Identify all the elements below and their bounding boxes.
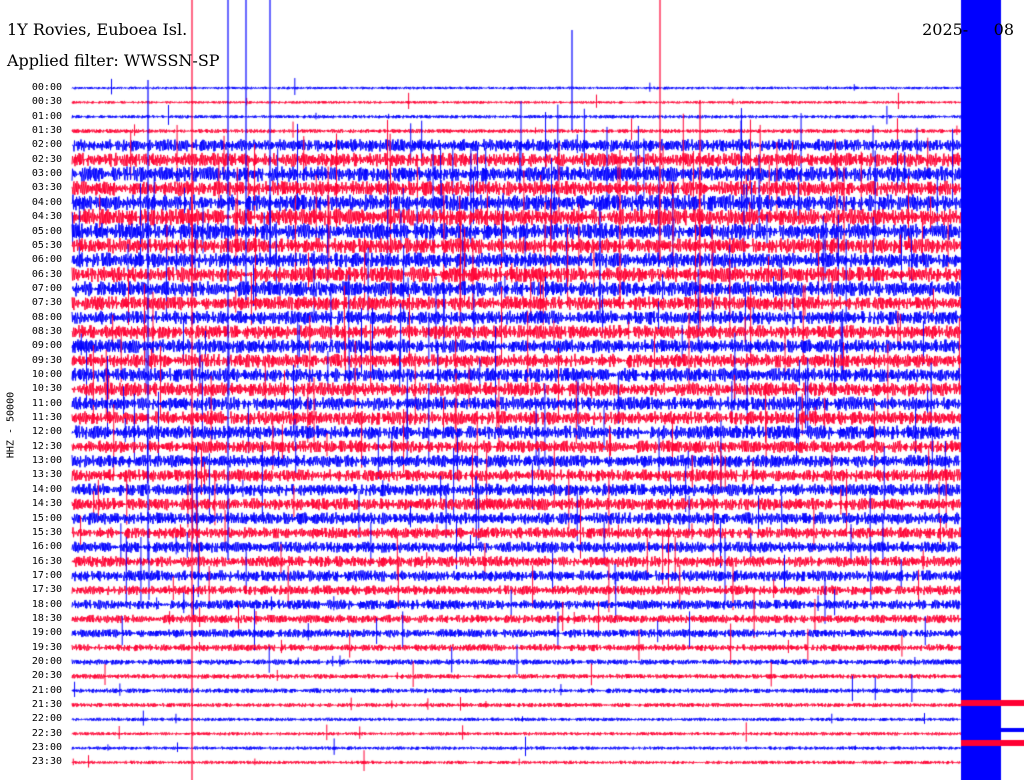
time-tick-label: 04:00 (31, 196, 62, 208)
time-tick-label: 16:00 (31, 541, 62, 553)
time-tick-label: 21:30 (31, 699, 62, 711)
time-tick-label: 04:30 (31, 211, 62, 223)
time-tick-label: 10:00 (31, 369, 62, 380)
time-tick-label: 01:00 (31, 110, 62, 122)
time-tick-label: 05:30 (31, 239, 62, 251)
time-tick-label: 09:30 (31, 354, 62, 366)
time-tick-label: 23:30 (31, 756, 62, 768)
time-tick-label: 08:30 (31, 325, 62, 337)
station-title: 1Y Rovies, Euboea Isl. (7, 20, 188, 39)
channel-axis-label: HHZ - 50000 (5, 391, 17, 459)
time-tick-label: 13:00 (31, 455, 62, 467)
date-label: 2025- 08 (922, 20, 1014, 39)
time-tick-label: 02:00 (31, 139, 62, 151)
time-tick-label: 00:00 (31, 82, 62, 93)
time-tick-label: 10:30 (31, 383, 62, 395)
time-tick-label: 22:00 (31, 713, 62, 725)
time-tick-label: 13:30 (31, 469, 62, 481)
time-tick-label: 03:00 (31, 168, 62, 180)
time-tick-label: 22:30 (31, 727, 62, 739)
time-tick-label: 02:30 (31, 153, 62, 165)
time-tick-label: 16:30 (31, 555, 62, 567)
time-tick-label: 20:30 (31, 670, 62, 682)
time-tick-label: 12:30 (31, 440, 62, 452)
time-tick-label: 09:00 (31, 340, 62, 352)
time-tick-label: 11:00 (31, 397, 62, 409)
time-tick-label: 21:00 (31, 684, 62, 696)
time-tick-label: 19:00 (31, 627, 62, 639)
time-tick-label: 06:00 (31, 254, 62, 266)
helicorder-plot (0, 0, 1024, 780)
filter-label: Applied filter: WWSSN-SP (7, 51, 220, 70)
time-tick-label: 03:30 (31, 182, 62, 194)
time-tick-label: 11:30 (31, 412, 62, 424)
time-tick-label: 17:30 (31, 584, 62, 596)
time-tick-label: 14:00 (31, 483, 62, 495)
time-tick-label: 18:00 (31, 598, 62, 610)
time-tick-label: 01:30 (31, 125, 62, 137)
time-tick-label: 15:00 (31, 512, 62, 524)
time-tick-label: 08:00 (31, 311, 62, 323)
time-tick-label: 18:30 (31, 612, 62, 624)
time-tick-label: 23:00 (31, 742, 62, 754)
time-tick-label: 12:00 (31, 426, 62, 438)
time-tick-label: 06:30 (31, 268, 62, 280)
time-tick-label: 07:00 (31, 282, 62, 294)
time-tick-label: 20:00 (31, 656, 62, 667)
time-tick-label: 19:30 (31, 641, 62, 653)
time-tick-label: 17:00 (31, 569, 62, 581)
time-tick-label: 00:30 (31, 96, 62, 108)
time-tick-label: 05:00 (31, 225, 62, 237)
time-tick-label: 07:30 (31, 297, 62, 309)
time-tick-label: 15:30 (31, 526, 62, 538)
time-tick-label: 14:30 (31, 498, 62, 510)
